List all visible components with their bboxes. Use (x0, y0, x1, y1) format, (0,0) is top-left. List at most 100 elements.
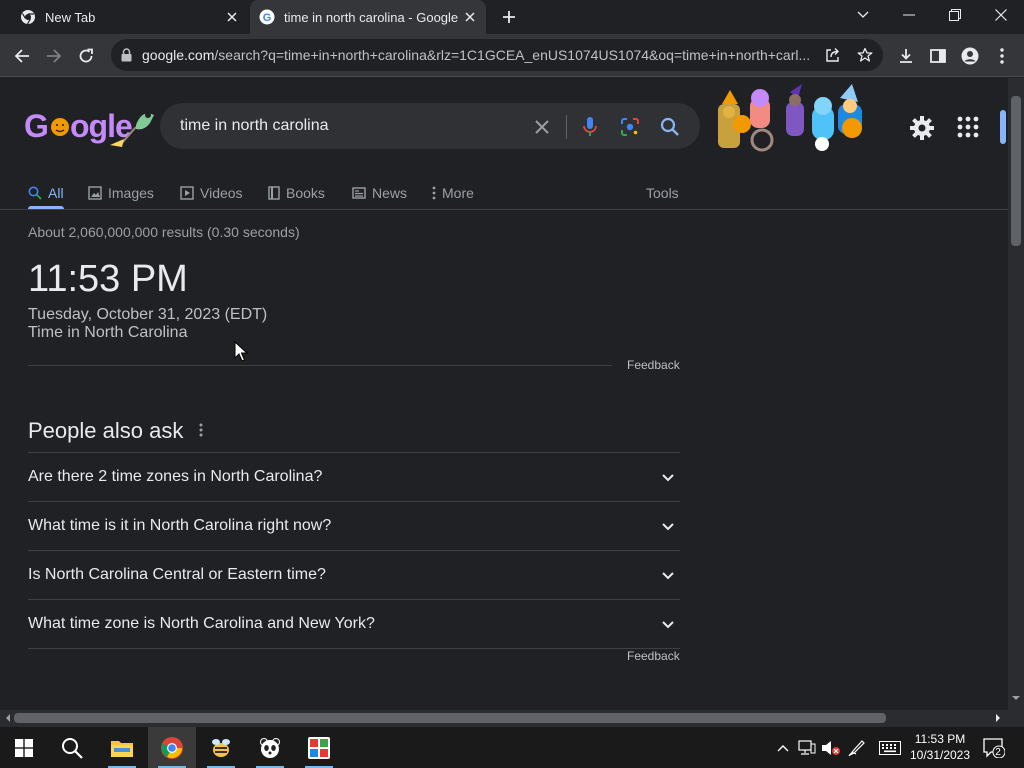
pen-workspace-icon[interactable] (847, 738, 867, 758)
svg-text:G: G (263, 12, 272, 24)
windows-taskbar: 11:53 PM 10/31/2023 2 (0, 727, 1024, 768)
tab-news[interactable]: News (352, 178, 407, 208)
taskbar-search-button[interactable] (48, 727, 96, 768)
tab-books[interactable]: Books (268, 178, 325, 208)
close-window-button[interactable] (978, 0, 1024, 30)
start-button[interactable] (0, 727, 48, 768)
horizontal-scrollbar[interactable] (0, 710, 1008, 727)
tab-search-button[interactable] (840, 0, 886, 30)
url-text[interactable]: google.com/search?q=time+in+north+caroli… (142, 47, 820, 63)
scroll-down-arrow-icon[interactable] (1012, 694, 1020, 702)
google-doodle-logo[interactable]: G ogle (24, 106, 156, 147)
tabs-divider (0, 209, 1008, 210)
chrome-icon (20, 9, 36, 25)
feedback-link[interactable]: Feedback (627, 649, 680, 663)
lens-search-icon[interactable] (618, 115, 642, 139)
new-tab-button[interactable] (498, 7, 520, 27)
tab-new-tab[interactable]: New Tab (8, 0, 248, 34)
search-results-page: G ogle time in north carolina All Images… (0, 78, 1008, 710)
google-favicon-icon: G (259, 9, 275, 25)
address-bar[interactable]: google.com/search?q=time+in+north+caroli… (111, 39, 883, 71)
restore-button[interactable] (932, 0, 978, 30)
touch-keyboard-icon[interactable] (878, 738, 902, 758)
search-box-divider (566, 115, 567, 139)
image-icon (88, 186, 102, 200)
clear-search-icon[interactable] (530, 115, 554, 139)
more-vert-icon (432, 186, 436, 200)
scroll-right-arrow-icon[interactable] (994, 714, 1002, 722)
share-icon[interactable] (825, 47, 841, 63)
chrome-menu-icon[interactable] (988, 42, 1016, 70)
feedback-link[interactable]: Feedback (627, 358, 680, 372)
app-grid-taskbar-icon[interactable] (295, 727, 343, 768)
horizontal-scroll-thumb[interactable] (14, 713, 886, 723)
book-icon (268, 186, 280, 200)
settings-gear-icon[interactable] (908, 114, 936, 142)
file-explorer-icon[interactable] (98, 727, 146, 768)
volume-muted-icon[interactable] (821, 738, 841, 758)
scroll-left-arrow-icon[interactable] (4, 714, 12, 722)
app-bee-taskbar-icon[interactable] (197, 727, 245, 768)
forward-button[interactable] (40, 42, 68, 70)
vertical-scrollbar[interactable] (1008, 78, 1024, 710)
notification-center-icon[interactable]: 2 (982, 738, 1006, 758)
chevron-down-icon[interactable] (660, 518, 676, 534)
network-icon[interactable] (797, 738, 817, 758)
tab-google-search[interactable]: G time in north carolina - Google S (250, 0, 486, 34)
reload-button[interactable] (72, 42, 100, 70)
question-item[interactable]: Are there 2 time zones in North Carolina… (28, 452, 680, 501)
time-location: Time in North Carolina (28, 324, 188, 341)
chevron-down-icon[interactable] (660, 616, 676, 632)
halloween-doodle-image[interactable] (712, 84, 876, 154)
scroll-position-marker (1000, 110, 1006, 144)
search-box[interactable]: time in north carolina (160, 103, 700, 149)
question-text: What time zone is North Carolina and New… (28, 615, 375, 632)
close-tab-icon[interactable] (462, 9, 478, 25)
people-also-ask-title: People also ask (28, 418, 184, 443)
tools-button[interactable]: Tools (646, 178, 679, 208)
mouse-cursor-icon (234, 341, 248, 363)
bookmark-star-icon[interactable] (857, 47, 873, 63)
clock-date: 10/31/2023 (909, 748, 971, 762)
tab-images[interactable]: Images (88, 178, 154, 208)
question-item[interactable]: Is North Carolina Central or Eastern tim… (28, 550, 680, 599)
tab-more[interactable]: More (432, 178, 474, 208)
close-tab-icon[interactable] (224, 9, 240, 25)
search-query-input[interactable]: time in north carolina (180, 117, 329, 135)
question-text: What time is it in North Carolina right … (28, 517, 332, 534)
result-stats: About 2,060,000,000 results (0.30 second… (28, 224, 300, 240)
question-text: Is North Carolina Central or Eastern tim… (28, 566, 326, 583)
current-time: 11:53 PM (28, 258, 188, 300)
app-panda-taskbar-icon[interactable] (246, 727, 294, 768)
side-panel-icon[interactable] (924, 42, 952, 70)
chrome-taskbar-icon[interactable] (148, 727, 196, 768)
profile-icon[interactable] (956, 42, 984, 70)
google-apps-icon[interactable] (955, 114, 981, 140)
video-icon (180, 186, 194, 200)
svg-text:ogle: ogle (70, 108, 132, 144)
minimize-button[interactable] (886, 0, 932, 30)
chevron-down-icon[interactable] (660, 469, 676, 485)
show-hidden-icons-icon[interactable] (773, 738, 793, 758)
clock-time: 11:53 PM (914, 732, 966, 746)
question-item[interactable]: What time zone is North Carolina and New… (28, 599, 680, 649)
svg-text:G: G (24, 108, 48, 144)
notification-count: 2 (995, 747, 1001, 758)
news-icon (352, 187, 366, 199)
tab-videos[interactable]: Videos (180, 178, 243, 208)
scrollbar-corner (1008, 710, 1024, 727)
back-button[interactable] (8, 42, 36, 70)
taskbar-clock[interactable]: 11:53 PM 10/31/2023 (900, 731, 980, 763)
question-text: Are there 2 time zones in North Carolina… (28, 468, 323, 485)
search-icon[interactable] (658, 115, 682, 139)
tab-all[interactable]: All (28, 178, 64, 208)
chevron-down-icon[interactable] (660, 567, 676, 583)
current-date: Tuesday, October 31, 2023 (EDT) (28, 306, 268, 323)
vertical-scroll-thumb[interactable] (1011, 96, 1021, 246)
voice-search-icon[interactable] (578, 115, 602, 139)
question-item[interactable]: What time is it in North Carolina right … (28, 501, 680, 550)
lock-icon[interactable] (121, 48, 132, 62)
browser-toolbar: google.com/search?q=time+in+north+caroli… (0, 34, 1024, 77)
download-icon[interactable] (892, 42, 920, 70)
more-options-icon[interactable] (196, 422, 206, 438)
